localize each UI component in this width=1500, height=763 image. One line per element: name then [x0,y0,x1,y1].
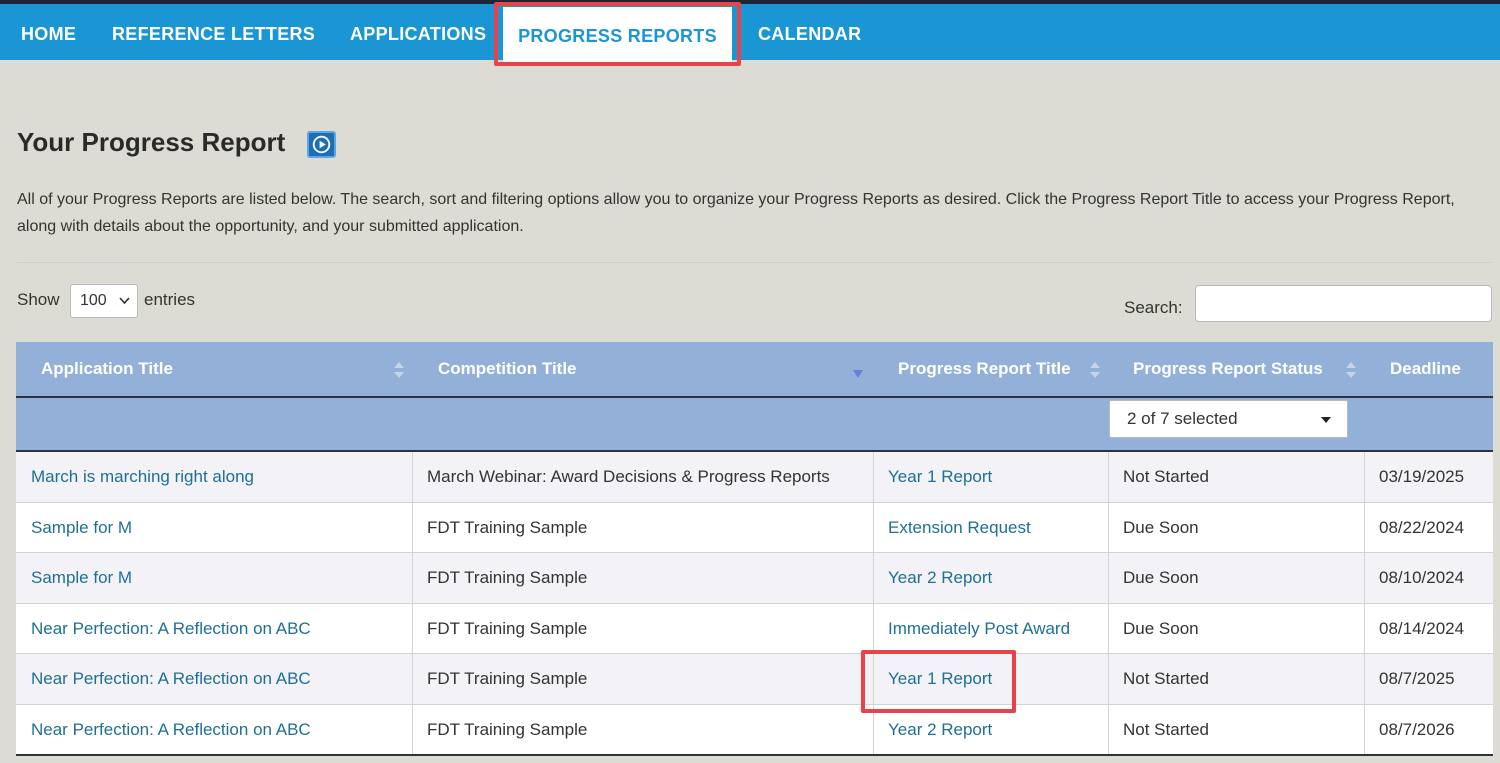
table-bottom-border [16,754,1493,756]
status-cell: Not Started [1108,704,1365,754]
caret-down-icon [1321,417,1331,423]
status-cell: Not Started [1108,452,1365,502]
status-filter-dropdown[interactable]: 2 of 7 selected [1109,400,1348,438]
intro-text: All of your Progress Reports are listed … [17,191,1455,235]
chevron-down-icon [119,285,130,329]
search-input[interactable] [1195,285,1492,322]
entries-select[interactable]: 100 [70,284,138,318]
competition-title-cell: FDT Training Sample [412,553,874,603]
table-row: March is marching right along March Webi… [16,452,1493,503]
header-progress-report-title[interactable]: Progress Report Title [898,342,1071,398]
table-row: Near Perfection: A Reflection on ABC FDT… [16,603,1493,654]
header-application-title[interactable]: Application Title [41,342,173,398]
entries-value: 100 [80,292,107,309]
play-video-icon[interactable] [307,131,336,158]
top-nav-bar: HOME REFERENCE LETTERS APPLICATIONS PROG… [0,0,1500,65]
table-body: March is marching right along March Webi… [16,452,1493,755]
show-label: Show [17,290,60,309]
deadline-cell: 08/22/2024 [1379,517,1465,537]
status-cell: Due Soon [1108,603,1365,653]
application-title-link[interactable]: March is marching right along [16,452,413,502]
status-cell: Not Started [1108,654,1365,704]
competition-title-cell: FDT Training Sample [412,704,874,754]
progress-report-title-link[interactable]: Year 1 Report [873,452,1109,502]
deadline-cell: 08/10/2024 [1379,568,1465,587]
table-row: Sample for M FDT Training Sample Extensi… [16,502,1493,553]
competition-title-cell: FDT Training Sample [412,654,874,704]
nav-progress-reports[interactable]: PROGRESS REPORTS [503,7,732,65]
deadline-cell: 08/7/2026 [1379,719,1455,739]
sort-both-icon[interactable] [1345,360,1357,380]
nav-home[interactable]: HOME [21,8,76,60]
status-cell: Due Soon [1108,502,1365,552]
competition-title-cell: March Webinar: Award Decisions & Progres… [412,452,874,502]
progress-report-title-link[interactable]: Immediately Post Award [873,603,1109,653]
table-header-row: Application Title Competition Title Prog… [16,342,1493,398]
application-title-link[interactable]: Sample for M [16,553,413,603]
nav-applications[interactable]: APPLICATIONS [350,8,486,60]
nav-calendar[interactable]: CALENDAR [758,8,861,60]
table-row: Sample for M FDT Training Sample Year 2 … [16,553,1493,604]
table-filter-row: 2 of 7 selected [16,398,1493,452]
divider [17,262,1492,263]
table-row: Near Perfection: A Reflection on ABC FDT… [16,654,1493,705]
application-title-link[interactable]: Near Perfection: A Reflection on ABC [16,654,413,704]
header-competition-title[interactable]: Competition Title [438,342,577,398]
progress-report-title-link[interactable]: Year 2 Report [873,704,1109,754]
search-label: Search: [1124,298,1183,317]
sort-desc-icon[interactable] [852,364,864,384]
competition-title-cell: FDT Training Sample [412,603,874,653]
application-title-link[interactable]: Near Perfection: A Reflection on ABC [16,603,413,653]
progress-report-title-link[interactable]: Extension Request [873,502,1109,552]
progress-reports-table: Application Title Competition Title Prog… [16,342,1493,755]
progress-report-title-link[interactable]: Year 1 Report [873,654,1109,704]
progress-report-title-link[interactable]: Year 2 Report [873,553,1109,603]
competition-title-cell: FDT Training Sample [412,502,874,552]
entries-label: entries [144,290,196,309]
deadline-cell: 03/19/2025 [1379,467,1465,486]
sort-both-icon[interactable] [1089,360,1101,380]
deadline-cell: 08/14/2024 [1379,618,1465,638]
status-cell: Due Soon [1108,553,1365,603]
page-title: Your Progress Report [17,127,286,157]
header-deadline[interactable]: Deadline [1390,342,1461,398]
sort-both-icon[interactable] [393,360,405,380]
deadline-cell: 08/7/2025 [1379,669,1455,688]
table-row: Near Perfection: A Reflection on ABC FDT… [16,704,1493,755]
application-title-link[interactable]: Sample for M [16,502,413,552]
application-title-link[interactable]: Near Perfection: A Reflection on ABC [16,704,413,754]
status-filter-value: 2 of 7 selected [1127,409,1238,428]
header-progress-report-status[interactable]: Progress Report Status [1133,342,1323,398]
nav-reference-letters[interactable]: REFERENCE LETTERS [112,8,315,60]
